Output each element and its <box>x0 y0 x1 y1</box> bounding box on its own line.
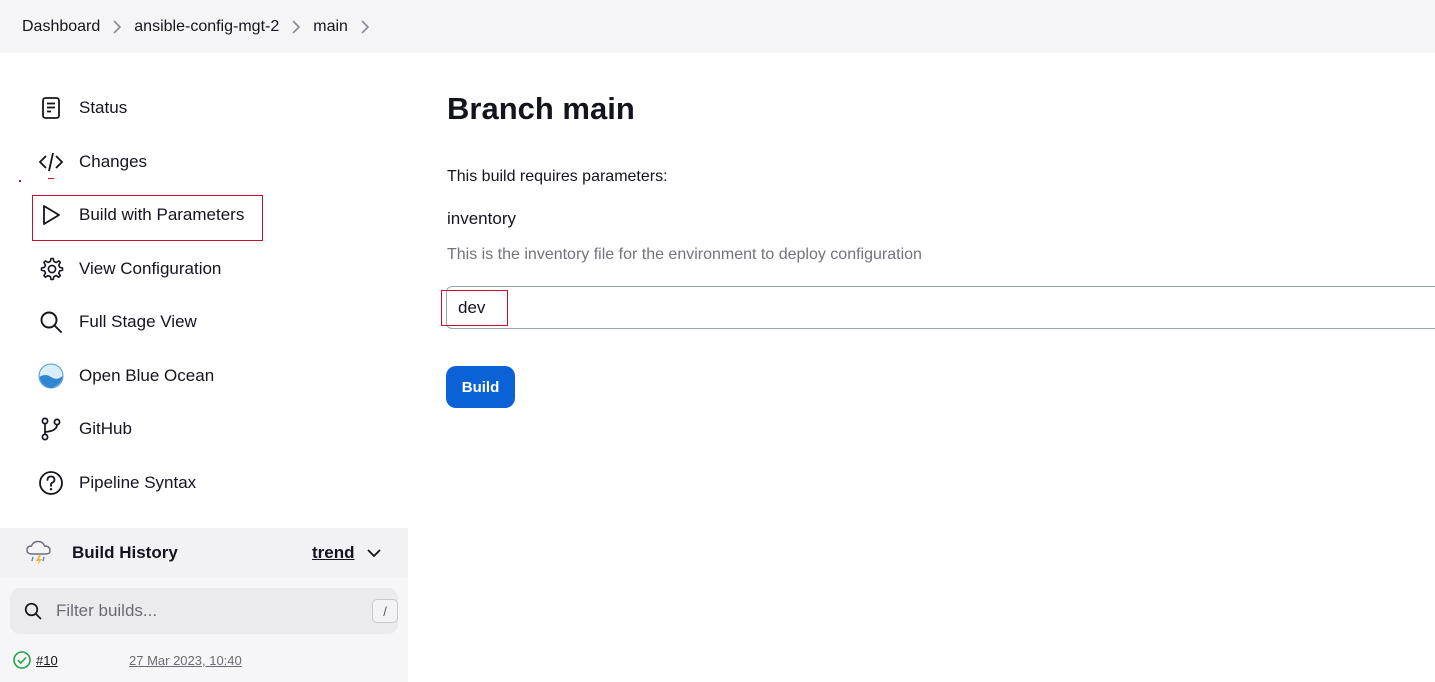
breadcrumb-project[interactable]: ansible-config-mgt-2 <box>134 18 279 36</box>
sidebar-item-open-blue-ocean[interactable]: Open Blue Ocean <box>38 361 214 391</box>
build-button[interactable]: Build <box>446 366 515 408</box>
chevron-right-icon[interactable] <box>279 19 313 34</box>
filter-builds-input[interactable] <box>56 598 356 624</box>
inventory-input[interactable] <box>446 286 1435 329</box>
git-branch-icon <box>38 416 64 442</box>
sidebar-item-label: Pipeline Syntax <box>79 473 197 492</box>
sidebar-item-build-with-parameters[interactable]: Build with Parameters <box>38 200 244 230</box>
play-icon <box>38 202 64 228</box>
page-title: Branch main <box>447 91 635 126</box>
sidebar-item-label: Changes <box>79 152 148 171</box>
sidebar-item-label: View Configuration <box>79 259 222 278</box>
sidebar-item-pipeline-syntax[interactable]: Pipeline Syntax <box>38 468 196 498</box>
build-history-title: Build History <box>72 543 178 562</box>
annotation-mark <box>48 178 54 179</box>
keyboard-shortcut-badge: / <box>372 599 398 623</box>
breadcrumb: Dashboard ansible-config-mgt-2 main <box>0 0 1435 53</box>
parameters-intro: This build requires parameters: <box>447 168 668 185</box>
annotation-mark <box>19 180 21 182</box>
build-history-header: Build History trend <box>0 528 408 578</box>
build-date-link[interactable]: 27 Mar 2023, 10:40 <box>129 653 242 668</box>
build-row[interactable]: #10 27 Mar 2023, 10:40 <box>12 650 242 670</box>
sidebar-item-full-stage-view[interactable]: Full Stage View <box>38 307 197 337</box>
weather-storm-icon <box>26 540 51 566</box>
breadcrumb-dashboard[interactable]: Dashboard <box>22 18 100 36</box>
sidebar-item-label: Build with Parameters <box>79 205 245 224</box>
sidebar-item-label: Status <box>79 98 128 117</box>
sidebar-item-view-configuration[interactable]: View Configuration <box>38 254 221 284</box>
help-circle-icon <box>38 470 64 496</box>
build-number-link[interactable]: #10 <box>36 653 58 668</box>
code-icon <box>38 149 64 175</box>
parameter-name: inventory <box>447 209 516 228</box>
chevron-right-icon[interactable] <box>348 19 382 34</box>
status-document-icon <box>38 95 64 121</box>
gear-icon <box>38 256 64 282</box>
sidebar-item-label: Open Blue Ocean <box>79 366 215 385</box>
filter-builds-box[interactable]: / <box>10 588 398 634</box>
sidebar-item-github[interactable]: GitHub <box>38 414 132 444</box>
sidebar-item-label: Full Stage View <box>79 312 197 331</box>
trend-link[interactable]: trend <box>312 543 355 563</box>
sidebar-item-label: GitHub <box>79 419 132 438</box>
breadcrumb-branch[interactable]: main <box>313 18 348 36</box>
sidebar-item-changes[interactable]: Changes <box>38 147 147 177</box>
sidebar-item-status[interactable]: Status <box>38 93 127 123</box>
search-icon <box>38 309 64 335</box>
blue-ocean-icon <box>38 363 64 389</box>
search-icon <box>24 602 42 620</box>
chevron-down-icon[interactable] <box>366 545 382 561</box>
success-check-icon <box>13 651 31 669</box>
chevron-right-icon[interactable] <box>100 19 134 34</box>
parameter-description: This is the inventory file for the envir… <box>447 246 922 263</box>
